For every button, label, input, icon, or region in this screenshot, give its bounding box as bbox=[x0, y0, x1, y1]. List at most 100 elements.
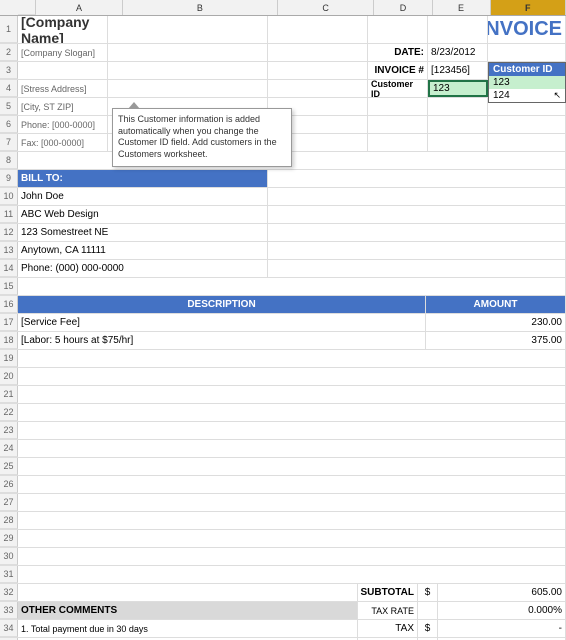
row-num-26: 26 bbox=[0, 476, 18, 493]
row-num-11: 11 bbox=[0, 206, 18, 223]
date-label: DATE: bbox=[368, 44, 428, 61]
date-value[interactable]: 8/23/2012 bbox=[428, 44, 488, 61]
city-zip: [City, ST ZIP] bbox=[18, 98, 108, 115]
cell-1e bbox=[428, 16, 488, 43]
invoice-num-value[interactable]: [123456] bbox=[428, 62, 488, 79]
row-num-5: 5 bbox=[0, 98, 18, 115]
cell-1d bbox=[368, 16, 428, 43]
phone: Phone: [000-0000] bbox=[18, 116, 108, 133]
cell-24 bbox=[18, 440, 566, 457]
cell-4b bbox=[108, 80, 268, 97]
bill-to-header: BILL TO: bbox=[18, 170, 268, 187]
customer-id-label: Customer ID bbox=[368, 80, 428, 97]
cell-10-rest bbox=[268, 188, 566, 205]
corner-cell bbox=[18, 0, 36, 15]
cell-29 bbox=[18, 530, 566, 547]
tax-label: TAX bbox=[358, 620, 418, 637]
comment-1: 1. Total payment due in 30 days bbox=[18, 620, 358, 637]
cell-3a bbox=[18, 62, 108, 79]
tax-dollar: $ bbox=[418, 620, 438, 637]
row-num-7: 7 bbox=[0, 134, 18, 151]
customer-id-value[interactable]: 123 bbox=[428, 80, 488, 97]
row-num-4: 4 bbox=[0, 80, 18, 97]
client-phone: Phone: (000) 000-0000 bbox=[18, 260, 268, 277]
cell-6e bbox=[428, 116, 488, 133]
col-header-d: D bbox=[374, 0, 432, 15]
invoice-title: INVOICE bbox=[488, 16, 566, 43]
cell-3c bbox=[268, 62, 368, 79]
dropdown-header: Customer ID bbox=[489, 63, 565, 76]
cell-2b bbox=[108, 44, 268, 61]
cell-15-span bbox=[18, 278, 566, 295]
stress-address: [Stress Address] bbox=[18, 80, 108, 97]
invoice-num-label: INVOICE # bbox=[368, 62, 428, 79]
cell-9-rest bbox=[268, 170, 566, 187]
cell-7e bbox=[428, 134, 488, 151]
cell-13-rest bbox=[268, 242, 566, 259]
tooltip-arrow-icon bbox=[128, 102, 140, 109]
fax: Fax: [000-0000] bbox=[18, 134, 108, 151]
row-num-31: 31 bbox=[0, 566, 18, 583]
row-num-32: 32 bbox=[0, 584, 18, 601]
cell-2c bbox=[268, 44, 368, 61]
row-num-2: 2 bbox=[0, 44, 18, 61]
subtotal-dollar: $ bbox=[418, 584, 438, 601]
client-city: Anytown, CA 11111 bbox=[18, 242, 268, 259]
cell-30 bbox=[18, 548, 566, 565]
client-name: John Doe bbox=[18, 188, 268, 205]
subtotal-label: SUBTOTAL bbox=[358, 584, 418, 601]
cell-1c bbox=[268, 16, 368, 43]
row-num-23: 23 bbox=[0, 422, 18, 439]
cell-5e bbox=[428, 98, 488, 115]
slogan: [Company Slogan] bbox=[18, 44, 108, 61]
row-num-33: 33 bbox=[0, 602, 18, 619]
cell-26 bbox=[18, 476, 566, 493]
tooltip: This Customer information is added autom… bbox=[112, 108, 292, 167]
row-num-20: 20 bbox=[0, 368, 18, 385]
subtotal-value: 605.00 bbox=[438, 584, 566, 601]
col-header-e: E bbox=[433, 0, 491, 15]
dropdown-item-124-label: 124 bbox=[493, 90, 510, 101]
cell-3b bbox=[108, 62, 268, 79]
cell-11-rest bbox=[268, 206, 566, 223]
row-num-34: 34 bbox=[0, 620, 18, 637]
cell-20 bbox=[18, 368, 566, 385]
cell-7f bbox=[488, 134, 566, 151]
cell-14-rest bbox=[268, 260, 566, 277]
row-num-15: 15 bbox=[0, 278, 18, 295]
cell-7d bbox=[368, 134, 428, 151]
taxrate-value: 0.000% bbox=[438, 602, 566, 619]
col-header-f: F bbox=[491, 0, 566, 15]
row-num-30: 30 bbox=[0, 548, 18, 565]
dropdown-item-124[interactable]: 124 ↖ bbox=[489, 89, 565, 102]
client-company: ABC Web Design bbox=[18, 206, 268, 223]
row-num-25: 25 bbox=[0, 458, 18, 475]
tooltip-text: This Customer information is added autom… bbox=[118, 114, 277, 159]
row-num-29: 29 bbox=[0, 530, 18, 547]
company-name: [Company Name] bbox=[18, 16, 108, 43]
cell-6d bbox=[368, 116, 428, 133]
row-num-13: 13 bbox=[0, 242, 18, 259]
cell-19 bbox=[18, 350, 566, 367]
cell-32-left bbox=[18, 584, 358, 601]
col-header-a: A bbox=[36, 0, 123, 15]
customer-dropdown[interactable]: Customer ID 123 124 ↖ bbox=[488, 62, 566, 103]
labor-fee: [Labor: 5 hours at $75/hr] bbox=[18, 332, 426, 349]
tax-value: - bbox=[438, 620, 566, 637]
row-num-3: 3 bbox=[0, 62, 18, 79]
row-num-14: 14 bbox=[0, 260, 18, 277]
dropdown-item-123[interactable]: 123 bbox=[489, 76, 565, 89]
row-num-18: 18 bbox=[0, 332, 18, 349]
cell-23 bbox=[18, 422, 566, 439]
cell-27 bbox=[18, 494, 566, 511]
row-num-8: 8 bbox=[0, 152, 18, 169]
row-num-1: 1 bbox=[0, 16, 18, 43]
row-num-17: 17 bbox=[0, 314, 18, 331]
cell-22 bbox=[18, 404, 566, 421]
cell-1b bbox=[108, 16, 268, 43]
row-num-28: 28 bbox=[0, 512, 18, 529]
row-num-9: 9 bbox=[0, 170, 18, 187]
row-num-16: 16 bbox=[0, 296, 18, 313]
cell-8-span bbox=[18, 152, 566, 169]
comments-header: OTHER COMMENTS bbox=[18, 602, 358, 619]
